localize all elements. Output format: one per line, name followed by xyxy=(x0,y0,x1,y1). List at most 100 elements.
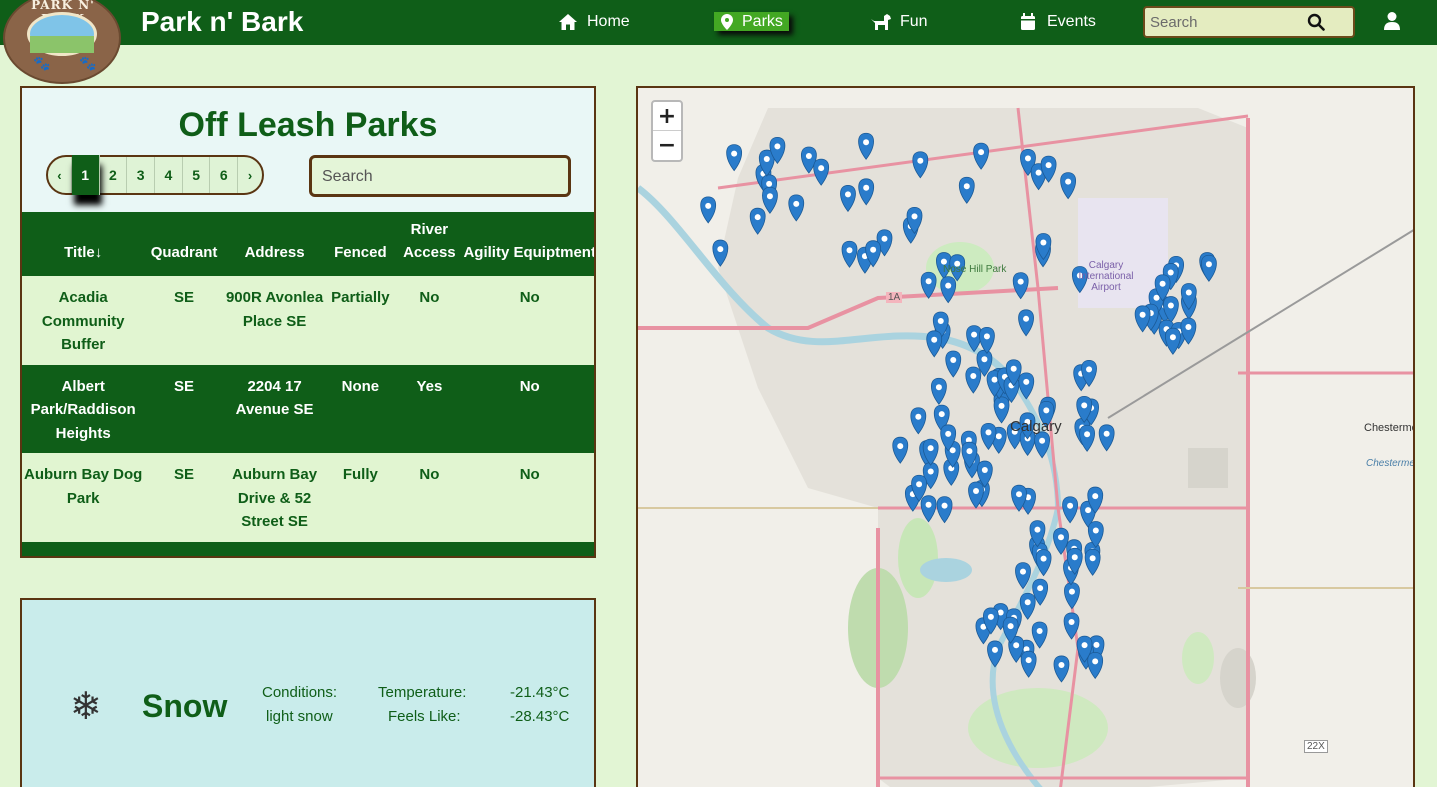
column-header-title[interactable]: Title↓ xyxy=(22,212,145,276)
map-marker-dot xyxy=(717,246,724,253)
map-marker-dot xyxy=(950,357,957,364)
column-header-fenced[interactable]: Fenced xyxy=(325,212,396,276)
temperature-label: Temperature: xyxy=(378,684,467,701)
map-marker-dot xyxy=(1023,315,1030,322)
paw-icon: 🐾 xyxy=(33,55,51,71)
parks-title: Off Leash Parks xyxy=(178,106,438,144)
map-marker-dot xyxy=(927,445,934,452)
map-marker-dot xyxy=(863,139,870,146)
map-marker-dot xyxy=(1013,642,1020,649)
pagination-page-2[interactable]: 2 xyxy=(100,157,128,193)
map-marker-dot xyxy=(774,143,781,150)
map-marker-dot xyxy=(1185,324,1192,331)
map-marker-dot xyxy=(1169,334,1176,341)
nav-events[interactable]: Events xyxy=(1017,11,1096,33)
map-marker-dot xyxy=(1039,437,1046,444)
home-icon xyxy=(557,13,579,31)
site-title[interactable]: Park n' Bark xyxy=(141,6,303,38)
map-marker-dot xyxy=(863,184,870,191)
map-marker-dot xyxy=(1093,641,1100,648)
cell-river-access: Yes xyxy=(395,364,464,453)
map-marker-dot xyxy=(1167,302,1174,309)
map-marker-dot xyxy=(805,153,812,160)
map-marker-dot xyxy=(1017,278,1024,285)
column-header-quadrant[interactable]: Quadrant xyxy=(144,212,224,276)
logo-scene xyxy=(27,12,97,56)
map-marker-dot xyxy=(995,433,1002,440)
zoom-out-button[interactable]: − xyxy=(653,131,681,160)
map-marker-dot xyxy=(1081,642,1088,649)
map-marker-dot xyxy=(1089,555,1096,562)
map-marker-dot xyxy=(1086,366,1093,373)
map-marker-dot xyxy=(763,156,770,163)
cell-title: Albert Park/Raddison Heights xyxy=(22,364,145,453)
park-map[interactable]: + − Calgary Calgary International Airpor… xyxy=(636,86,1415,787)
map-marker-dot xyxy=(1081,402,1088,409)
nav-fun[interactable]: Fun xyxy=(870,11,928,33)
cell-agility: No xyxy=(463,364,594,453)
user-icon[interactable] xyxy=(1383,11,1401,36)
column-header-river-access[interactable]: River Access xyxy=(395,212,464,276)
temperature-value: -21.43°C xyxy=(510,684,570,701)
feels-like-label: Feels Like: xyxy=(388,708,461,725)
site-logo[interactable]: PARK N' BARK 🐾 🐾 xyxy=(3,0,121,84)
map-marker-dot xyxy=(1092,658,1099,665)
parks-search-placeholder: Search xyxy=(322,168,373,185)
cell-address: Auburn Bay Drive & 52 Street SE xyxy=(223,453,326,542)
map-marker-dot xyxy=(971,331,978,338)
table-row[interactable]: Beddington Park SW 1045 20 Street Partia… xyxy=(22,541,594,556)
cell-title: Auburn Bay Dog Park xyxy=(22,453,145,542)
cell-agility: No xyxy=(463,276,594,365)
pagination-page-3[interactable]: 3 xyxy=(127,157,155,193)
conditions-label: Conditions: xyxy=(262,684,338,701)
table-row[interactable]: Acadia Community Buffer SE 900R Avonlea … xyxy=(22,276,594,365)
map-marker-dot xyxy=(818,165,825,172)
cell-river-access: No xyxy=(395,276,464,365)
weather-label: Snow xyxy=(142,688,228,724)
cell-river-access: No xyxy=(395,453,464,542)
map-marker-dot xyxy=(941,502,948,509)
map-marker-dot xyxy=(1057,534,1064,541)
cell-address: 2204 17 Avenue SE xyxy=(223,364,326,453)
map-label-nose-hill: Nose Hill Park xyxy=(943,264,1007,275)
column-header-agility[interactable]: Agility Equiptment xyxy=(463,212,594,276)
cell-title: Acadia Community Buffer xyxy=(22,276,145,365)
pagination-next[interactable]: › xyxy=(238,157,262,193)
map-marker-dot xyxy=(963,183,970,190)
map-marker-dot xyxy=(870,246,877,253)
search-icon[interactable] xyxy=(1307,13,1325,36)
pagination: ‹ 1 2 3 4 5 6 › xyxy=(46,155,264,195)
column-header-address[interactable]: Address xyxy=(223,212,326,276)
map-marker-dot xyxy=(766,180,773,187)
map-marker-dot xyxy=(1092,493,1099,500)
map-marker-dot xyxy=(1034,526,1041,533)
map-marker-dot xyxy=(991,376,998,383)
map-tiles[interactable] xyxy=(638,88,1415,787)
weather-panel: ❄ Snow Conditions: light snow Temperatur… xyxy=(20,598,596,787)
map-marker-dot xyxy=(754,214,761,221)
nav-home-label: Home xyxy=(587,13,630,30)
pagination-page-6[interactable]: 6 xyxy=(210,157,239,193)
zoom-in-button[interactable]: + xyxy=(653,102,681,131)
nav-parks[interactable]: Parks xyxy=(714,12,789,31)
nav-search-input[interactable]: Search xyxy=(1143,6,1355,38)
map-marker-dot xyxy=(917,157,924,164)
pagination-page-1[interactable]: 1 xyxy=(71,155,100,195)
map-marker-dot xyxy=(916,481,923,488)
pagination-page-5[interactable]: 5 xyxy=(183,157,211,193)
parks-search-input[interactable]: Search xyxy=(309,155,571,197)
map-marker-dot xyxy=(1037,585,1044,592)
map-marker-dot xyxy=(925,501,932,508)
map-marker-dot xyxy=(1205,261,1212,268)
map-marker-dot xyxy=(731,150,738,157)
calendar-icon xyxy=(1017,13,1039,31)
pagination-prev[interactable]: ‹ xyxy=(48,157,72,193)
map-marker-dot xyxy=(1035,169,1042,176)
nav-home[interactable]: Home xyxy=(557,11,630,33)
pagination-page-4[interactable]: 4 xyxy=(155,157,183,193)
table-row[interactable]: Albert Park/Raddison Heights SE 2204 17 … xyxy=(22,364,594,453)
map-zoom-control: + − xyxy=(651,100,683,162)
table-row[interactable]: Auburn Bay Dog Park SE Auburn Bay Drive … xyxy=(22,453,594,542)
snowflake-icon: ❄ xyxy=(70,686,102,728)
map-label-airport: Calgary International Airport xyxy=(1078,260,1134,293)
